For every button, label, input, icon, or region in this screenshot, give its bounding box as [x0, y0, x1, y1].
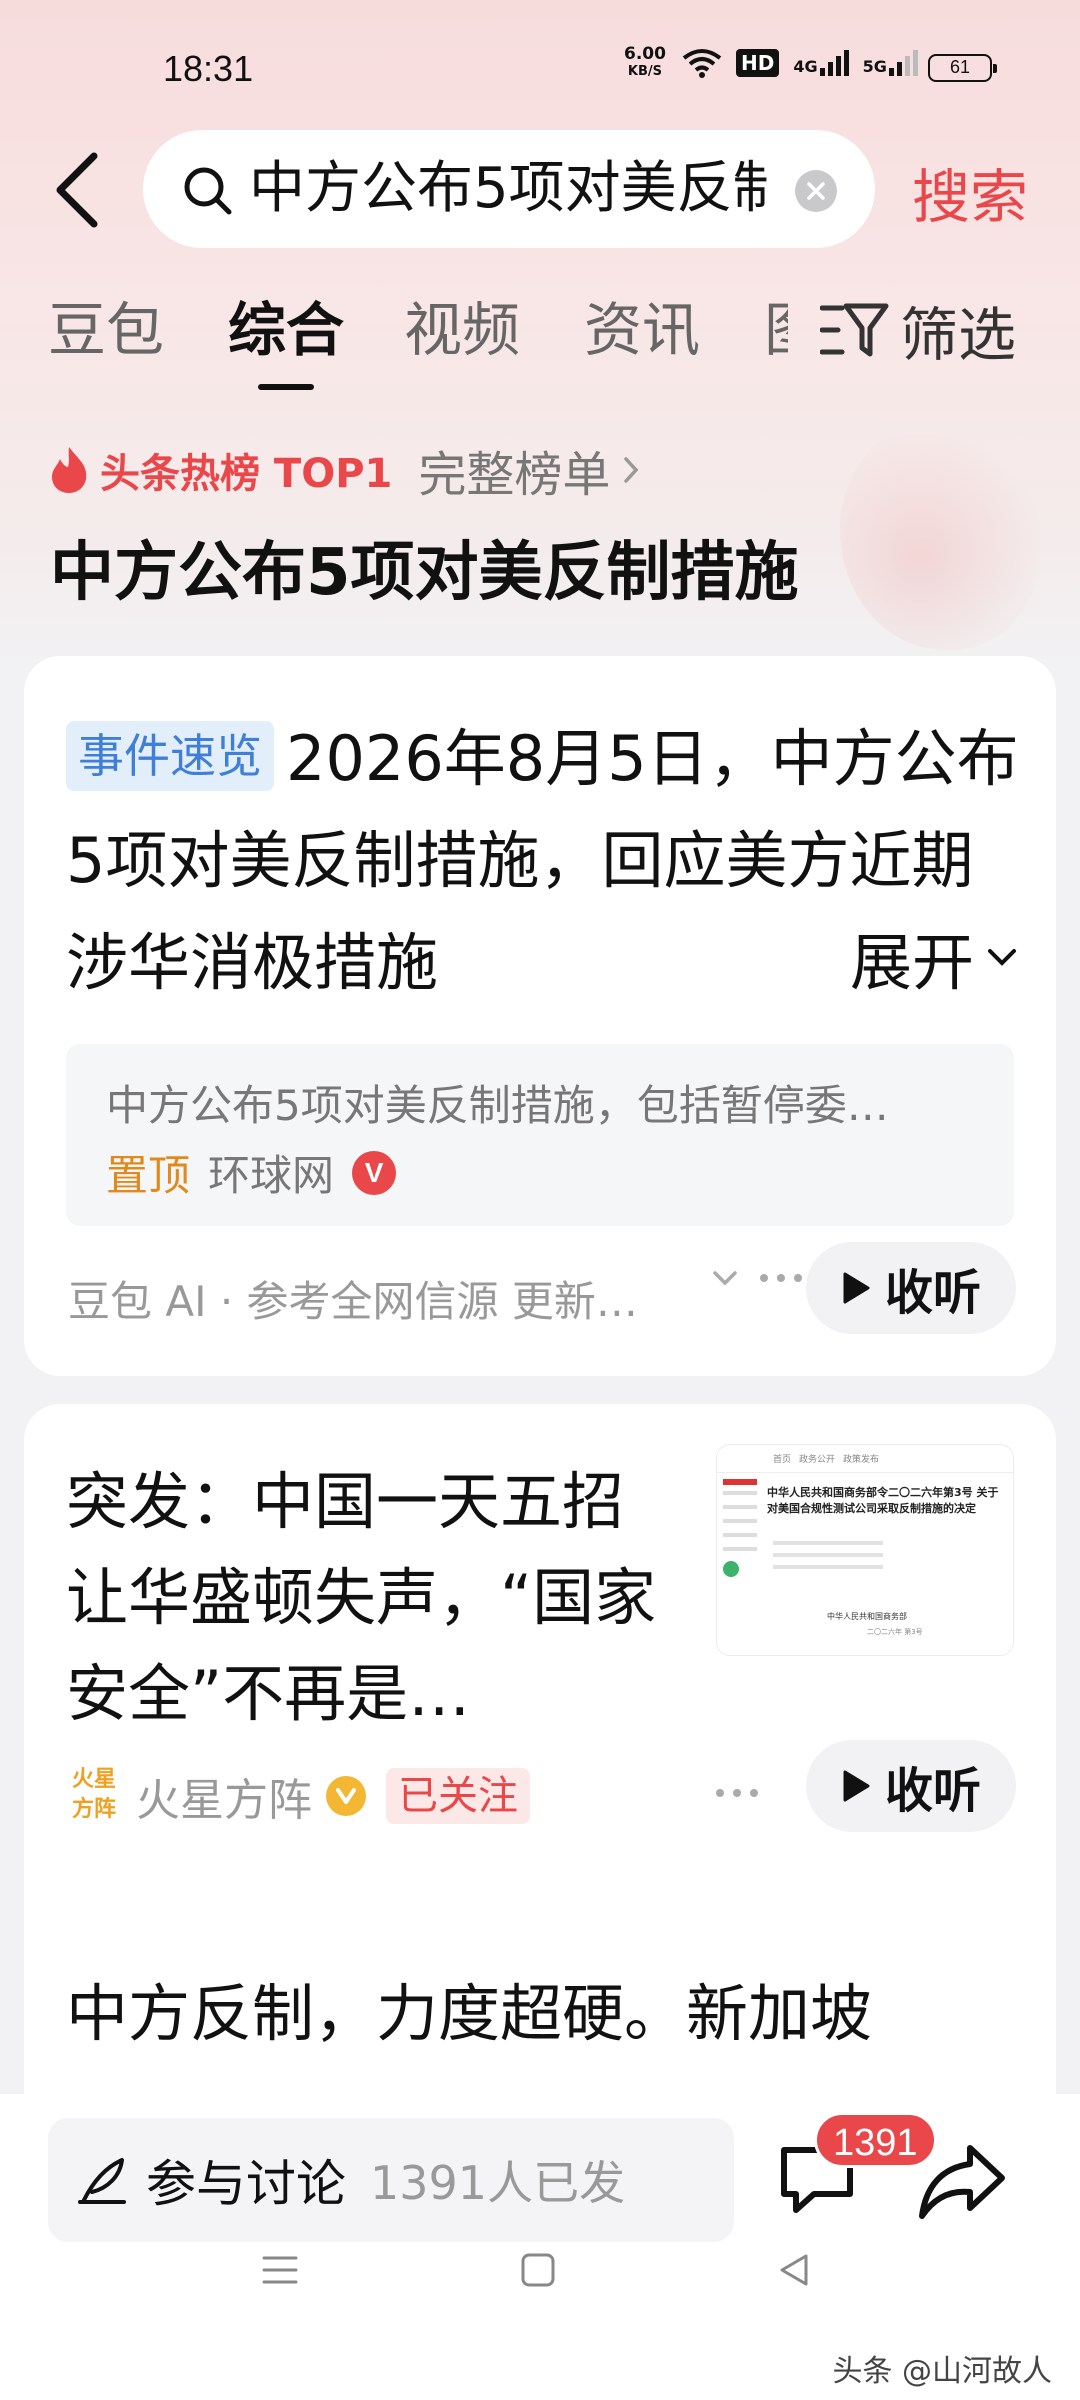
home-icon[interactable] — [518, 2250, 558, 2290]
hot-rank-label: 头条热榜 TOP1 — [100, 451, 393, 497]
search-icon — [184, 167, 232, 215]
back-nav-icon[interactable] — [774, 2250, 814, 2290]
more-icon[interactable] — [714, 1768, 760, 1818]
tab-general[interactable]: 综合 — [228, 290, 344, 370]
signal-5g-icon: 5G — [863, 50, 918, 76]
reference-text: 中方公布5项对美反制措施，包括暂停委… — [106, 1081, 889, 1130]
network-speed-value: 6.00 — [624, 44, 666, 64]
author-name[interactable]: 火星方阵 — [136, 1764, 312, 1828]
hot-rank-row[interactable]: 头条热榜 TOP1 完整榜单 — [48, 440, 640, 503]
discuss-label: 参与讨论 — [146, 2155, 346, 2213]
source-name: 环球网 — [208, 1151, 335, 1200]
system-nav-bar — [0, 2210, 1080, 2330]
clear-button[interactable] — [795, 170, 837, 212]
flame-icon — [52, 447, 87, 493]
article-card: 突发：中国一天五招让华盛顿失声，“国家安全”不再是… 首页 政务公开 政策发布 … — [24, 1404, 1056, 2104]
thumb-breadcrumb: 首页 政务公开 政策发布 — [717, 1445, 1013, 1473]
listen-button[interactable]: 收听 — [806, 1740, 1016, 1832]
search-query[interactable]: 中方公布5项对美反制措施 — [249, 152, 769, 226]
thumb-crumb-3: 政策发布 — [843, 1455, 880, 1465]
watermark: 头条 @山河故人 — [832, 2354, 1052, 2389]
search-input[interactable]: 中方公布5项对美反制措施 — [143, 130, 875, 248]
back-button[interactable] — [48, 140, 118, 240]
expand-label: 展开 — [850, 926, 975, 999]
pinned-label: 置顶 — [106, 1151, 191, 1200]
topic-title: 中方公布5项对美反制措施 — [50, 536, 799, 610]
verified-badge-icon — [326, 1776, 366, 1816]
tab-image[interactable]: 图 — [764, 290, 788, 370]
discuss-count: 1391人已发 — [370, 2156, 626, 2210]
ai-source-info[interactable]: 豆包 AI · 参考全网信源 更新… — [68, 1268, 638, 1329]
full-list-link[interactable]: 完整榜单 — [418, 435, 610, 505]
filter-button[interactable]: 筛选 — [820, 290, 1016, 370]
play-icon — [843, 1770, 870, 1802]
chevron-down-icon — [988, 949, 1017, 966]
article-title[interactable]: 突发：中国一天五招让华盛顿失声，“国家安全”不再是… — [66, 1454, 666, 1742]
ai-source-label: 豆包 AI · 参考全网信源 更新… — [68, 1277, 638, 1326]
article-thumbnail[interactable]: 首页 政务公开 政策发布 中华人民共和国商务部令二〇二六年第3号 关于对美国合规… — [716, 1444, 1014, 1656]
next-article-title[interactable]: 中方反制，力度超硬。新加坡 — [66, 1964, 1046, 2064]
filter-label: 筛选 — [900, 301, 1017, 369]
thumb-headline: 中华人民共和国商务部令二〇二六年第3号 关于对美国合规性测试公司采取反制措施的决… — [767, 1486, 999, 1515]
listen-label: 收听 — [884, 1763, 981, 1819]
verified-badge-icon: V — [352, 1150, 397, 1195]
ai-more-controls — [710, 1268, 804, 1288]
event-summary-tag: 事件速览 — [66, 721, 274, 791]
followed-badge[interactable]: 已关注 — [386, 1768, 530, 1824]
back-arrow-icon — [56, 152, 98, 228]
network-speed: 6.00 KB/S — [624, 46, 666, 80]
tab-video[interactable]: 视频 — [404, 290, 520, 370]
close-icon — [807, 182, 825, 200]
thumb-lines — [773, 1541, 883, 1577]
tab-doubao[interactable]: 豆包 — [48, 290, 164, 370]
thumb-footer: 中华人民共和国商务部 — [827, 1612, 907, 1621]
active-tab-indicator — [258, 384, 314, 390]
net-4g-label: 4G — [793, 57, 818, 76]
chevron-down-icon[interactable] — [710, 1268, 740, 1288]
reference-source[interactable]: 中方公布5项对美反制措施，包括暂停委… 置顶 环球网 V — [66, 1044, 1014, 1226]
hd-icon: HD — [736, 49, 780, 77]
chevron-right-icon — [624, 457, 639, 483]
wifi-icon — [682, 49, 722, 78]
author-row: 火星方阵 火星方阵 已关注 — [66, 1764, 530, 1828]
tab-news[interactable]: 资讯 — [584, 290, 700, 370]
listen-button[interactable]: 收听 — [806, 1242, 1016, 1334]
menu-icon[interactable] — [260, 2250, 300, 2290]
expand-button[interactable]: 展开 — [810, 912, 1021, 1002]
reference-meta: 置顶 环球网 V — [106, 1142, 397, 1203]
signal-4g-icon: 4G — [793, 50, 849, 76]
thumb-date: 二〇二六年 第3号 — [867, 1628, 923, 1636]
listen-label: 收听 — [884, 1265, 981, 1321]
play-icon — [843, 1272, 870, 1304]
network-speed-unit: KB/S — [627, 64, 663, 79]
filter-icon — [820, 303, 889, 357]
feather-pen-icon — [78, 2158, 126, 2204]
event-summary-card: 事件速览 2026年8月5日，中方公布5项对美反制措施，回应美方近期涉华消极措施 … — [24, 656, 1056, 1376]
battery-icon: 61 — [928, 54, 997, 82]
search-button[interactable]: 搜索 — [912, 150, 1028, 234]
status-bar: 18:31 6.00 KB/S HD 4G 5G 61 — [0, 0, 1080, 130]
author-logo[interactable]: 火星方阵 — [66, 1765, 122, 1827]
status-time: 18:31 — [163, 48, 254, 89]
thumb-sidebar — [723, 1479, 757, 1577]
net-5g-label: 5G — [862, 57, 887, 76]
more-icon[interactable] — [758, 1272, 804, 1284]
thumb-crumb-1: 首页 — [773, 1455, 792, 1465]
status-icons: HD 4G 5G — [682, 48, 918, 78]
thumb-crumb-2: 政务公开 — [799, 1455, 836, 1465]
search-tabs: 豆包 综合 视频 资讯 图 — [48, 290, 788, 380]
